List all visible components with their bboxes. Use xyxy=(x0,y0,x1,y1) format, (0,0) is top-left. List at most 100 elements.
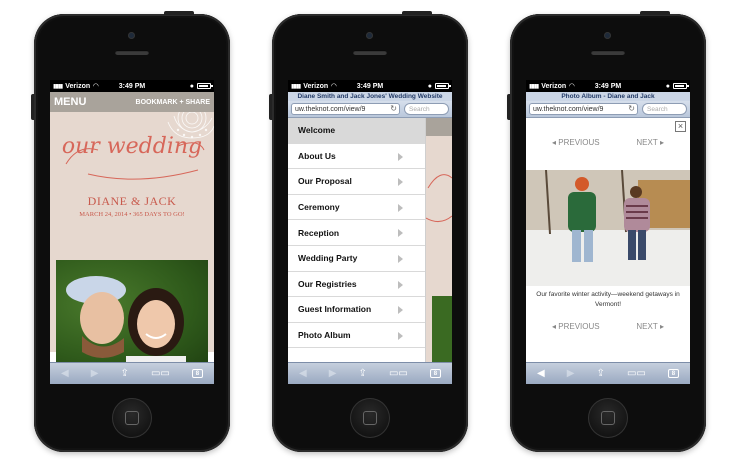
back-arrow-icon[interactable]: ◀ xyxy=(299,368,307,379)
earpiece-speaker xyxy=(115,50,149,55)
tabs-icon[interactable]: 8 xyxy=(429,369,441,378)
url-text: uw.theknot.com/view/9 xyxy=(533,105,604,113)
menu-item-label: Ceremony xyxy=(298,202,340,213)
couple-names: DIANE & JACK xyxy=(87,194,177,208)
carrier-name: Verizon xyxy=(65,82,91,90)
phone-device: ▮▮▮▮ Verizon ◠ 3:49 PM ● MENU BOOKMARK +… xyxy=(31,11,230,452)
menu-item-label: Reception xyxy=(298,227,340,238)
status-bar: ▮▮▮▮ Verizon ◠ 3:49 PM ● xyxy=(50,80,214,92)
chevron-right-icon xyxy=(398,152,403,161)
reload-icon[interactable]: ↻ xyxy=(390,104,397,114)
lock-icon: ● xyxy=(427,82,432,90)
chevron-right-icon xyxy=(398,229,403,238)
search-input[interactable]: Search xyxy=(642,103,687,115)
share-icon[interactable]: ⇪ xyxy=(121,368,129,379)
menu-button[interactable]: MENU xyxy=(54,96,86,108)
home-button[interactable] xyxy=(588,398,628,438)
safari-toolbar: ◀ ▶ ⇪ ▭▭ 8 xyxy=(288,362,452,384)
gallery-nav-top: ◂ PREVIOUS NEXT ▸ xyxy=(526,138,690,147)
previous-label: PREVIOUS xyxy=(558,322,600,331)
next-link[interactable]: NEXT ▸ xyxy=(636,322,664,331)
front-camera xyxy=(128,32,135,39)
gallery-photo xyxy=(526,170,690,286)
menu-item-reception[interactable]: Reception xyxy=(288,220,425,246)
next-link[interactable]: NEXT ▸ xyxy=(636,138,664,147)
phone-screen: ▮▮▮▮ Verizon ◠ 3:49 PM ● Diane Smith and… xyxy=(288,80,452,384)
search-input[interactable]: Search xyxy=(404,103,449,115)
site-nav-menu: Welcome About Us Our Proposal Ceremony R… xyxy=(288,118,426,362)
menu-item-welcome[interactable]: Welcome xyxy=(288,118,425,144)
couple-photo xyxy=(56,260,208,370)
page-peek-behind-menu[interactable] xyxy=(426,118,452,366)
gallery-nav-bottom: ◂ PREVIOUS NEXT ▸ xyxy=(526,322,690,331)
forward-arrow-icon[interactable]: ▶ xyxy=(91,368,99,379)
menu-item-label: Wedding Party xyxy=(298,253,358,264)
carrier-name: Verizon xyxy=(303,82,329,90)
photo-gallery: × ◂ PREVIOUS NEXT ▸ Our favorite winter … xyxy=(526,118,690,362)
carrier-name: Verizon xyxy=(541,82,567,90)
safari-toolbar: ◀ ▶ ⇪ ▭▭ 8 xyxy=(50,362,214,384)
earpiece-speaker xyxy=(353,50,387,55)
tabs-icon[interactable]: 8 xyxy=(191,369,203,378)
chevron-right-icon xyxy=(398,306,403,315)
hero-section: our wedding DIANE & JACK MARCH 24, 2014 … xyxy=(50,112,214,370)
home-button[interactable] xyxy=(112,398,152,438)
bookmarks-icon[interactable]: ▭▭ xyxy=(151,368,170,379)
sleep-button xyxy=(164,11,194,15)
menu-item-our-registries[interactable]: Our Registries xyxy=(288,272,425,298)
safari-toolbar: ◀ ▶ ⇪ ▭▭ 8 xyxy=(526,362,690,384)
battery-icon xyxy=(673,83,689,89)
wifi-icon: ◠ xyxy=(569,83,575,90)
menu-item-ceremony[interactable]: Ceremony xyxy=(288,195,425,221)
chevron-right-icon xyxy=(398,203,403,212)
share-icon[interactable]: ⇪ xyxy=(597,368,605,379)
bookmarks-icon[interactable]: ▭▭ xyxy=(627,368,646,379)
site-menubar: MENU BOOKMARK + SHARE xyxy=(50,92,214,112)
battery-icon xyxy=(197,83,213,89)
next-label: NEXT xyxy=(636,138,658,147)
couple-lying-on-grass-image xyxy=(66,276,186,370)
page-title: Photo Album - Diane and Jack xyxy=(526,92,690,101)
menu-item-guest-information[interactable]: Guest Information xyxy=(288,297,425,323)
home-button[interactable] xyxy=(350,398,390,438)
menu-item-about-us[interactable]: About Us xyxy=(288,144,425,170)
earpiece-speaker xyxy=(591,50,625,55)
back-arrow-icon[interactable]: ◀ xyxy=(61,368,69,379)
chevron-right-icon xyxy=(398,280,403,289)
share-icon[interactable]: ⇪ xyxy=(359,368,367,379)
photo-caption: Our favorite winter activity—weekend get… xyxy=(536,291,680,308)
phone-device: ▮▮▮▮ Verizon ◠ 3:49 PM ● Diane Smith and… xyxy=(269,11,468,452)
chevron-right-icon xyxy=(398,178,403,187)
menu-item-wedding-party[interactable]: Wedding Party xyxy=(288,246,425,272)
menu-item-our-proposal[interactable]: Our Proposal xyxy=(288,169,425,195)
menu-item-label: Guest Information xyxy=(298,304,372,315)
menu-item-label: Our Registries xyxy=(298,278,357,289)
address-bar-row: uw.theknot.com/view/9 ↻ Search xyxy=(526,101,690,118)
previous-link[interactable]: ◂ PREVIOUS xyxy=(552,138,600,147)
url-field[interactable]: uw.theknot.com/view/9 ↻ xyxy=(291,103,400,115)
bookmark-share-button[interactable]: BOOKMARK + SHARE xyxy=(136,99,210,106)
wifi-icon: ◠ xyxy=(331,83,337,90)
phone-screen: ▮▮▮▮ Verizon ◠ 3:49 PM ● MENU BOOKMARK +… xyxy=(50,80,214,384)
bookmarks-icon[interactable]: ▭▭ xyxy=(389,368,408,379)
peek-menubar xyxy=(426,118,452,136)
couple-walking-in-snow-image xyxy=(526,170,690,286)
battery-icon xyxy=(435,83,451,89)
menu-item-photo-album[interactable]: Photo Album xyxy=(288,323,425,349)
url-field[interactable]: uw.theknot.com/view/9 ↻ xyxy=(529,103,638,115)
forward-arrow-icon[interactable]: ▶ xyxy=(567,368,575,379)
forward-arrow-icon[interactable]: ▶ xyxy=(329,368,337,379)
menu-item-label: Welcome xyxy=(298,125,336,136)
close-icon[interactable]: × xyxy=(675,121,686,132)
url-text: uw.theknot.com/view/9 xyxy=(295,105,366,113)
page-title: Diane Smith and Jack Jones' Wedding Webs… xyxy=(288,92,452,101)
phone-screen: ▮▮▮▮ Verizon ◠ 3:49 PM ● Photo Album - D… xyxy=(526,80,690,384)
status-bar: ▮▮▮▮ Verizon ◠ 3:49 PM ● xyxy=(526,80,690,92)
signal-icon: ▮▮▮▮ xyxy=(291,83,301,90)
tabs-icon[interactable]: 8 xyxy=(667,369,679,378)
reload-icon[interactable]: ↻ xyxy=(628,104,635,114)
back-arrow-icon[interactable]: ◀ xyxy=(537,368,545,379)
chevron-right-icon xyxy=(398,331,403,340)
previous-link[interactable]: ◂ PREVIOUS xyxy=(552,322,600,331)
next-label: NEXT xyxy=(636,322,658,331)
